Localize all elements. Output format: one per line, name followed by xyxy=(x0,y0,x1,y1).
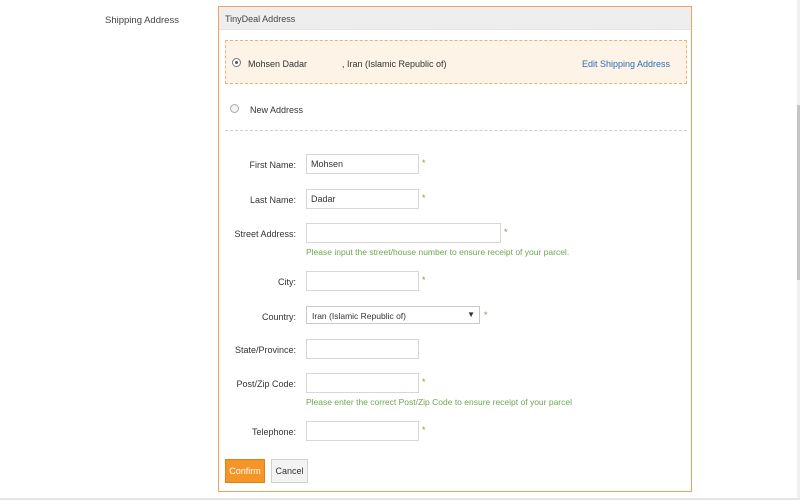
first-name-label: First Name: xyxy=(249,160,296,170)
telephone-required: * xyxy=(422,425,426,435)
street-address-input[interactable] xyxy=(306,223,501,243)
cancel-button[interactable]: Cancel xyxy=(271,459,308,483)
panel-header: TinyDeal Address xyxy=(219,7,691,30)
last-name-label: Last Name: xyxy=(249,195,296,205)
zip-code-input[interactable] xyxy=(306,373,419,393)
zip-code-required: * xyxy=(422,377,426,387)
new-address-label[interactable]: New Address xyxy=(250,105,303,115)
state-province-label: State/Province: xyxy=(234,345,296,355)
panel-title: TinyDeal Address xyxy=(225,14,296,24)
dropdown-arrow-icon: ▼ xyxy=(467,310,475,319)
country-required: * xyxy=(484,310,488,320)
confirm-button[interactable]: Confirm xyxy=(225,459,265,483)
country-label: Country: xyxy=(261,312,296,322)
telephone-input[interactable] xyxy=(306,421,419,441)
address-panel: TinyDeal Address Mohsen Dadar , Iran (Is… xyxy=(218,6,692,492)
city-required: * xyxy=(422,275,426,285)
street-address-label: Street Address: xyxy=(234,229,296,239)
last-name-input[interactable] xyxy=(306,189,419,209)
saved-address-radio[interactable] xyxy=(232,58,241,67)
city-label: City: xyxy=(278,277,296,287)
last-name-required: * xyxy=(422,193,426,203)
zip-code-hint: Please enter the correct Post/Zip Code t… xyxy=(306,397,572,407)
divider xyxy=(225,130,687,131)
state-province-input[interactable] xyxy=(306,339,419,359)
zip-code-label: Post/Zip Code: xyxy=(236,379,296,389)
new-address-radio[interactable] xyxy=(230,104,239,113)
city-input[interactable] xyxy=(306,271,419,291)
shipping-address-label: Shipping Address xyxy=(105,15,179,26)
edit-shipping-address-link[interactable]: Edit Shipping Address xyxy=(582,59,670,69)
saved-address-name: Mohsen Dadar xyxy=(248,59,308,69)
street-address-hint: Please input the street/house number to … xyxy=(306,247,570,257)
telephone-label: Telephone: xyxy=(251,427,296,437)
saved-address-option[interactable]: Mohsen Dadar , Iran (Islamic Republic of… xyxy=(225,40,687,84)
street-address-required: * xyxy=(504,227,508,237)
first-name-input[interactable] xyxy=(306,154,419,174)
saved-address-country: , Iran (Islamic Republic of) xyxy=(342,59,447,69)
first-name-required: * xyxy=(422,158,426,168)
country-selected-value: Iran (Islamic Republic of) xyxy=(312,311,407,321)
country-select[interactable]: Iran (Islamic Republic of) ▼ xyxy=(306,306,480,324)
